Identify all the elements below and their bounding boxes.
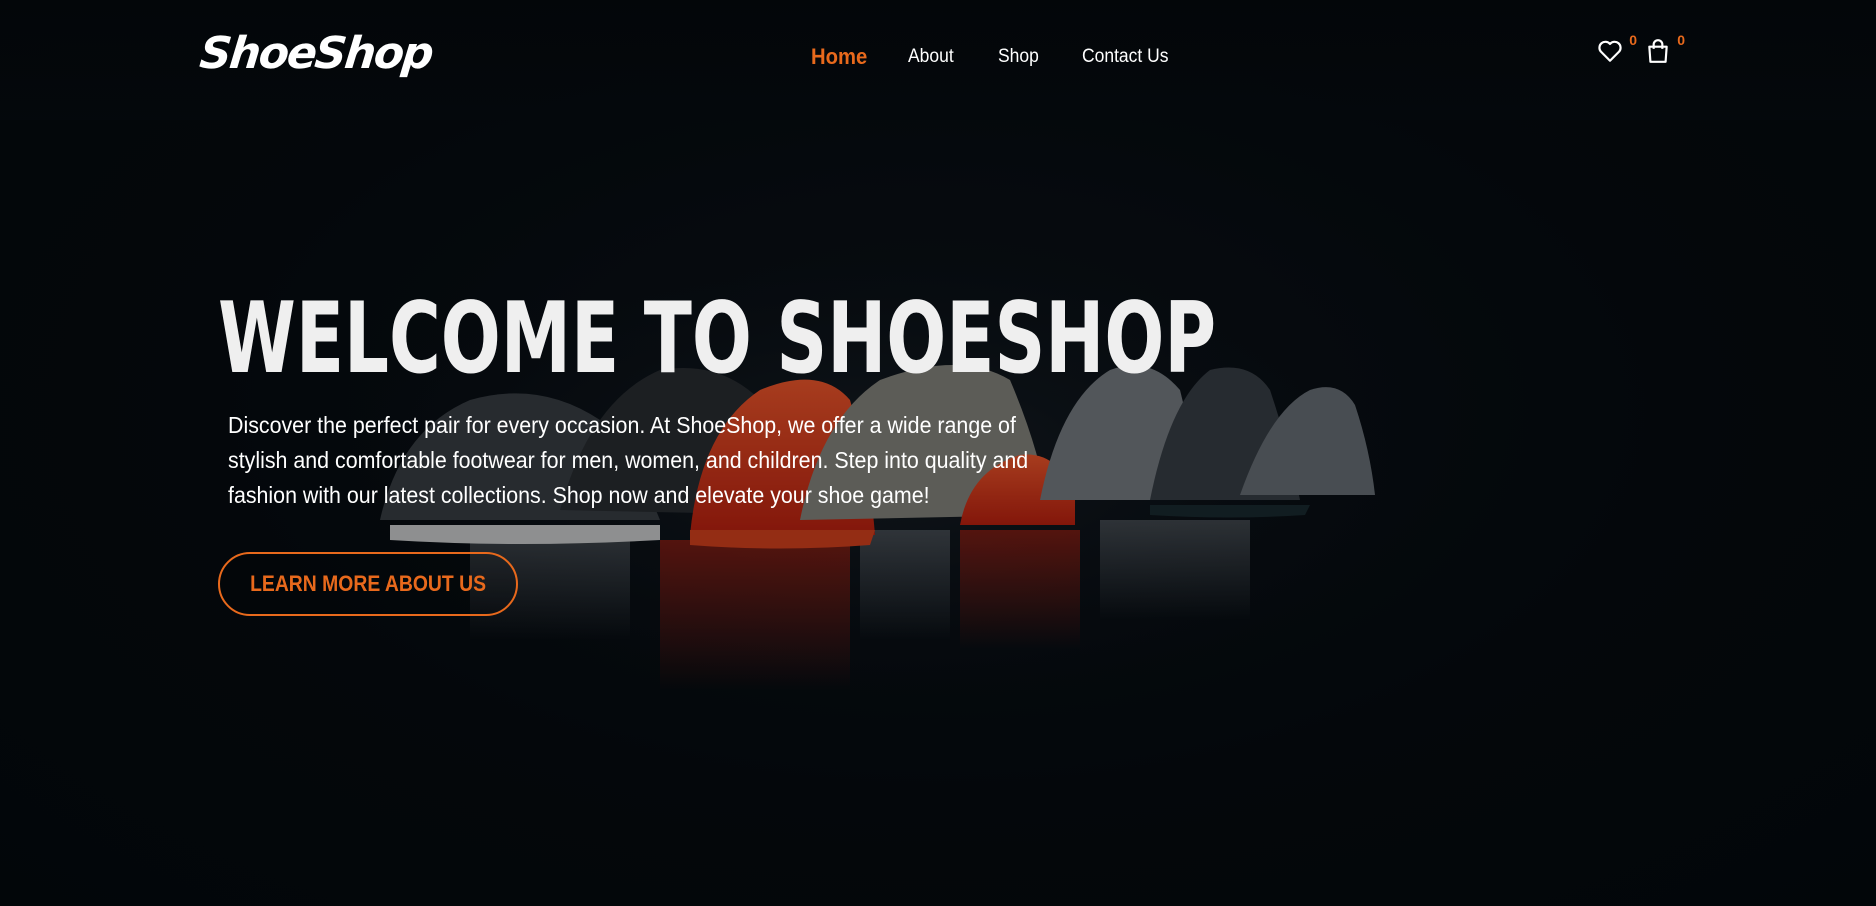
hero-title: WELCOME TO SHOESHOP [218,282,1217,396]
heart-icon [1598,40,1622,62]
nav-about-link[interactable]: About [908,46,954,68]
wishlist-button[interactable]: 0 [1597,32,1637,68]
learn-more-label: LEARN MORE ABOUT US [250,571,486,596]
site-logo[interactable]: ShoeShop [197,28,434,79]
nav-shop-link[interactable]: Shop [998,46,1039,68]
wishlist-count-badge: 0 [1629,32,1637,48]
main-nav: Home About Shop Contact Us [811,44,1216,70]
nav-contact-link[interactable]: Contact Us [1082,46,1168,68]
shopping-bag-icon [1648,39,1668,63]
learn-more-button[interactable]: LEARN MORE ABOUT US [218,552,518,616]
cart-count-badge: 0 [1677,32,1685,48]
nav-home-link[interactable]: Home [811,44,867,70]
cart-button[interactable]: 0 [1645,32,1685,68]
site-header: ShoeShop Home About Shop Contact Us 0 0 [0,0,1876,120]
hero-description: Discover the perfect pair for every occa… [228,412,1029,508]
page: ShoeShop Home About Shop Contact Us 0 0 … [0,0,1876,906]
